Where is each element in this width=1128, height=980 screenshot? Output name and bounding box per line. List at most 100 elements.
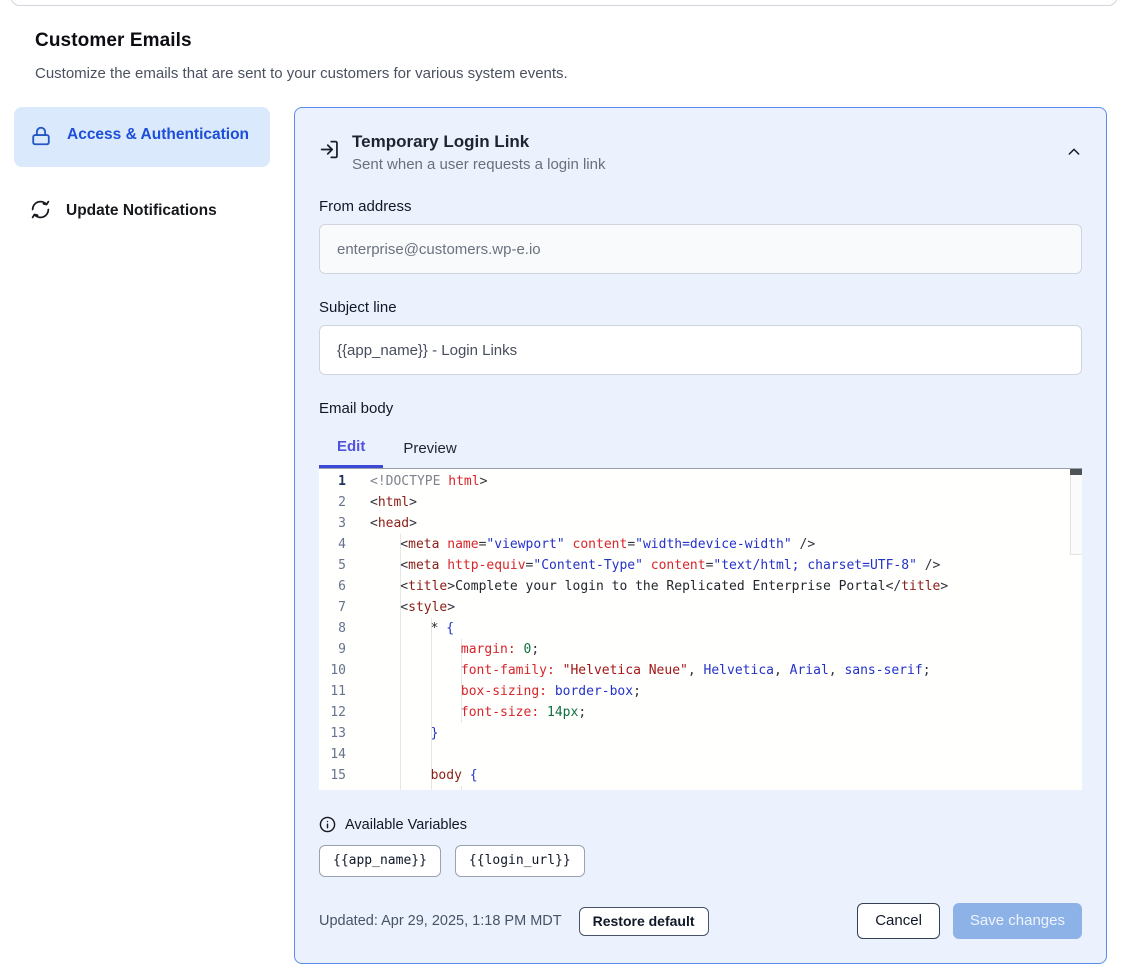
line-number: 2 <box>319 492 356 513</box>
code-line: 14 <box>319 744 1082 765</box>
sidebar-item-update-notifications[interactable]: Update Notifications <box>14 186 270 237</box>
code-text: margin: 0; <box>356 639 539 660</box>
code-line: 9margin: 0; <box>319 639 1082 660</box>
code-line: 10font-family: "Helvetica Neue", Helveti… <box>319 660 1082 681</box>
indent-guide <box>370 744 401 765</box>
variable-chips: {{app_name}} {{login_url}} <box>319 845 1082 877</box>
panel-header: Temporary Login Link Sent when a user re… <box>319 132 1082 173</box>
lock-icon <box>30 125 52 152</box>
info-icon <box>319 816 336 833</box>
from-address-input[interactable] <box>319 224 1082 274</box>
code-line: 7<style> <box>319 597 1082 618</box>
line-number: 13 <box>319 723 356 744</box>
indent-guide <box>370 597 401 618</box>
code-line: 3<head> <box>319 513 1082 534</box>
line-number: 3 <box>319 513 356 534</box>
code-text <box>356 744 431 765</box>
indent-guide <box>370 786 401 790</box>
code-line: 11box-sizing: border-box; <box>319 681 1082 702</box>
indent-guide <box>400 639 431 660</box>
code-line: 4<meta name="viewport" content="width=de… <box>319 534 1082 555</box>
line-number: 10 <box>319 660 356 681</box>
cancel-button[interactable]: Cancel <box>857 903 940 939</box>
line-number: 12 <box>319 702 356 723</box>
indent-guide <box>400 786 431 790</box>
variable-chip[interactable]: {{login_url}} <box>455 845 585 877</box>
code-text: * { <box>356 618 454 639</box>
chevron-up-icon <box>1066 144 1082 160</box>
code-text: } <box>356 723 438 744</box>
panel-subtitle: Sent when a user requests a login link <box>352 156 605 173</box>
save-changes-button[interactable]: Save changes <box>953 903 1082 939</box>
code-line: 16background-color: #f8f8f8; <box>319 786 1082 790</box>
indent-guide <box>431 639 462 660</box>
collapse-button[interactable] <box>1066 144 1082 160</box>
content-area: Access & Authentication Update Notificat… <box>0 107 1128 964</box>
indent-guide <box>370 618 401 639</box>
login-icon <box>319 139 340 165</box>
indent-guide <box>370 555 401 576</box>
previous-card-edge <box>10 0 1118 6</box>
indent-guide <box>400 702 431 723</box>
line-number: 6 <box>319 576 356 597</box>
sidebar-item-label: Access & Authentication <box>67 122 249 147</box>
tab-preview[interactable]: Preview <box>383 429 476 468</box>
sidebar-item-access-authentication[interactable]: Access & Authentication <box>14 107 270 167</box>
page-subtitle: Customize the emails that are sent to yo… <box>35 65 1093 82</box>
line-number: 4 <box>319 534 356 555</box>
editor-scrollbar-thumb[interactable] <box>1070 469 1082 475</box>
code-line: 2<html> <box>319 492 1082 513</box>
line-number: 8 <box>319 618 356 639</box>
editor-tabbar: Edit Preview <box>319 429 1082 468</box>
email-types-sidebar: Access & Authentication Update Notificat… <box>14 107 270 237</box>
code-text: <!DOCTYPE html> <box>356 471 487 492</box>
code-line: 12font-size: 14px; <box>319 702 1082 723</box>
restore-default-button[interactable]: Restore default <box>579 907 709 936</box>
temporary-login-link-panel: Temporary Login Link Sent when a user re… <box>294 107 1107 964</box>
editor-scrollbar-track <box>1070 469 1082 555</box>
indent-guide <box>431 702 462 723</box>
code-text: background-color: #f8f8f8; <box>356 786 664 790</box>
code-text: <html> <box>356 492 417 513</box>
sidebar-item-label: Update Notifications <box>66 198 217 223</box>
code-text: font-family: "Helvetica Neue", Helvetica… <box>356 660 931 681</box>
indent-guide <box>400 723 431 744</box>
line-number: 14 <box>319 744 356 765</box>
indent-guide <box>370 534 401 555</box>
tab-edit[interactable]: Edit <box>319 429 383 468</box>
code-text: <head> <box>356 513 417 534</box>
code-text: box-sizing: border-box; <box>356 681 641 702</box>
panel-footer: Updated: Apr 29, 2025, 1:18 PM MDT Resto… <box>319 903 1082 939</box>
code-line: 13} <box>319 723 1082 744</box>
line-number: 5 <box>319 555 356 576</box>
variable-chip[interactable]: {{app_name}} <box>319 845 441 877</box>
indent-guide <box>431 660 462 681</box>
line-number: 11 <box>319 681 356 702</box>
indent-guide <box>400 681 431 702</box>
available-variables-row: Available Variables <box>319 816 1082 833</box>
code-line: 15body { <box>319 765 1082 786</box>
email-body-label: Email body <box>319 400 1082 417</box>
line-number: 9 <box>319 639 356 660</box>
code-text: font-size: 14px; <box>356 702 586 723</box>
line-number: 1 <box>319 471 356 492</box>
code-editor[interactable]: 1<!DOCTYPE html>2<html>3<head>4<meta nam… <box>319 468 1082 790</box>
code-text: <meta http-equiv="Content-Type" content=… <box>356 555 940 576</box>
indent-guide <box>370 660 401 681</box>
line-number: 16 <box>319 786 356 790</box>
line-number: 15 <box>319 765 356 786</box>
subject-line-label: Subject line <box>319 299 1082 316</box>
code-text: body { <box>356 765 478 786</box>
line-number: 7 <box>319 597 356 618</box>
code-line: 8* { <box>319 618 1082 639</box>
subject-line-input[interactable] <box>319 325 1082 375</box>
code-line: 1<!DOCTYPE html> <box>319 471 1082 492</box>
panel-title: Temporary Login Link <box>352 132 605 152</box>
indent-guide <box>431 681 462 702</box>
indent-guide <box>370 723 401 744</box>
code-lines: 1<!DOCTYPE html>2<html>3<head>4<meta nam… <box>319 471 1082 790</box>
indent-guide <box>370 765 401 786</box>
from-address-label: From address <box>319 198 1082 215</box>
updated-timestamp: Updated: Apr 29, 2025, 1:18 PM MDT <box>319 913 562 929</box>
indent-guide <box>400 765 431 786</box>
